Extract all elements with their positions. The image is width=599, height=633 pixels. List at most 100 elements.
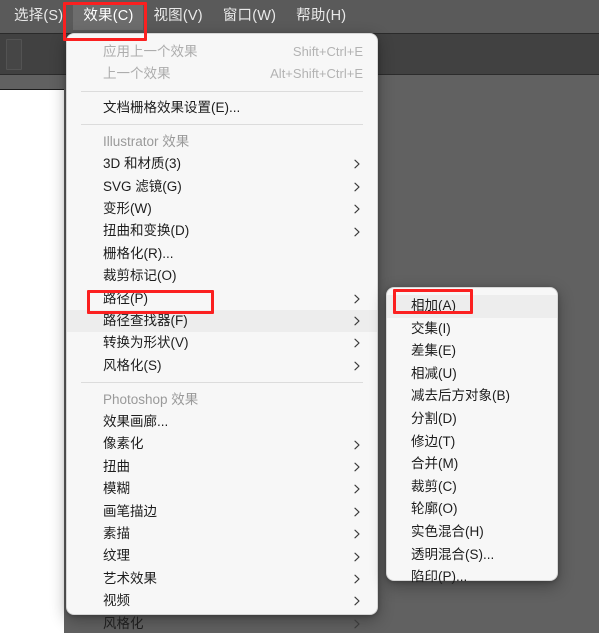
chevron-right-icon (351, 203, 363, 215)
menu-item-label: 像素化 (103, 436, 144, 452)
menu-item-label: 扭曲和变换(D) (103, 223, 190, 239)
menu-item-label: 变形(W) (103, 200, 152, 216)
menu-section-header: Photoshop 效果 (67, 388, 377, 411)
menu-item-label: Illustrator 效果 (103, 134, 190, 150)
menu-separator (81, 90, 363, 92)
chevron-right-icon (351, 181, 363, 193)
document-canvas (0, 89, 64, 633)
toolbar-chip (6, 39, 22, 70)
submenu-item-label: 实色混合(H) (411, 523, 484, 539)
menu-item-label: 应用上一个效果 (103, 44, 198, 59)
menu-item: 上一个效果 Alt+Shift+Ctrl+E (67, 63, 377, 85)
chevron-right-icon (351, 439, 363, 451)
chevron-right-icon (351, 226, 363, 238)
submenu-item[interactable]: 修边(T) (387, 431, 557, 454)
pathfinder-submenu: 相加(A) 交集(I) 差集(E) 相减(U) 减去后方对象(B) 分割(D) 修边(T) 合… (386, 287, 558, 584)
menu-item[interactable]: 视频 (67, 590, 377, 612)
menu-section-header: Illustrator 效果 (67, 130, 377, 153)
chevron-right-icon (351, 483, 363, 495)
chevron-right-icon (351, 595, 363, 607)
menu-item[interactable]: 艺术效果 (67, 568, 377, 590)
submenu-item-label: 减去后方对象(B) (411, 388, 510, 404)
menu-item-label: 画笔描边 (103, 503, 157, 519)
menu-item[interactable]: 3D 和材质(3) (67, 153, 377, 175)
menu-item-label: 纹理 (103, 548, 130, 564)
submenu-item[interactable]: 透明混合(S)... (387, 544, 557, 567)
submenu-item[interactable]: 轮廓(O) (387, 498, 557, 521)
menu-item-label: 路径查找器(F) (103, 312, 188, 328)
menu-item[interactable]: 裁剪标记(O) (67, 265, 377, 287)
submenu-item[interactable]: 减去后方对象(B) (387, 385, 557, 408)
menu-item[interactable]: 转换为形状(V) (67, 332, 377, 354)
menu-item[interactable]: 纹理 (67, 545, 377, 567)
menu-item[interactable]: 扭曲 (67, 456, 377, 478)
chevron-right-icon (351, 315, 363, 327)
submenu-item-label: 分割(D) (411, 410, 457, 426)
menu-bar: 选择(S) 效果(C) 视图(V) 窗口(W) 帮助(H) (0, 0, 599, 33)
submenu-item[interactable]: 实色混合(H) (387, 521, 557, 544)
menu-item[interactable]: 模糊 (67, 478, 377, 500)
submenu-item-label: 差集(E) (411, 343, 456, 359)
submenu-item[interactable]: 裁剪(C) (387, 476, 557, 499)
menu-item-label: SVG 滤镜(G) (103, 178, 182, 194)
menu-item: 应用上一个效果 Shift+Ctrl+E (67, 41, 377, 63)
menu-separator (81, 124, 363, 126)
menu-item-label: 3D 和材质(3) (103, 156, 182, 172)
menu-item-label: 风格化 (103, 615, 144, 631)
menu-item[interactable]: 文档栅格效果设置(E)... (67, 97, 377, 119)
menubar-item[interactable]: 帮助(H) (286, 3, 356, 30)
menu-item[interactable]: 路径(P) (67, 288, 377, 310)
menu-item-shortcut: Alt+Shift+Ctrl+E (270, 66, 363, 82)
menu-item-label: 转换为形状(V) (103, 335, 189, 351)
menu-item-label: 文档栅格效果设置(E)... (103, 99, 241, 115)
menu-item-label: 裁剪标记(O) (103, 268, 177, 284)
chevron-right-icon (351, 551, 363, 563)
menu-item-label: 艺术效果 (103, 570, 157, 586)
submenu-item[interactable]: 相加(A) (387, 295, 557, 318)
menubar-item[interactable]: 窗口(W) (213, 3, 286, 30)
menu-item[interactable]: 像素化 (67, 433, 377, 455)
submenu-item[interactable]: 陷印(P)... (387, 566, 557, 589)
menu-item-label: 路径(P) (103, 290, 148, 306)
menu-item[interactable]: 风格化 (67, 613, 377, 633)
menu-item[interactable]: 变形(W) (67, 198, 377, 220)
illustrator-window: 选择(S) 效果(C) 视图(V) 窗口(W) 帮助(H) 应用上一个效果 Shift+C… (0, 0, 599, 633)
menu-item-label: 模糊 (103, 481, 130, 497)
menubar-item[interactable]: 效果(C) (73, 3, 144, 30)
chevron-right-icon (351, 573, 363, 585)
chevron-right-icon (351, 158, 363, 170)
menu-item[interactable]: 效果画廊... (67, 411, 377, 433)
submenu-item-label: 透明混合(S)... (411, 546, 495, 562)
menu-item-label: 上一个效果 (103, 66, 171, 82)
menubar-item[interactable]: 视图(V) (143, 3, 212, 30)
chevron-right-icon (351, 360, 363, 372)
chevron-right-icon (351, 293, 363, 305)
menu-item-label: Photoshop 效果 (103, 392, 199, 408)
menu-item-label: 视频 (103, 593, 130, 609)
submenu-item-label: 相加(A) (411, 298, 456, 313)
submenu-item[interactable]: 交集(I) (387, 318, 557, 341)
effect-dropdown-menu: 应用上一个效果 Shift+Ctrl+E 上一个效果 Alt+Shift+Ctrl+E… (66, 33, 378, 631)
menu-item-label: 风格化(S) (103, 357, 162, 373)
chevron-right-icon (351, 618, 363, 630)
menu-item[interactable]: 路径查找器(F) (67, 309, 377, 333)
menubar-item[interactable]: 选择(S) (4, 3, 73, 30)
submenu-item[interactable]: 分割(D) (387, 408, 557, 431)
chevron-right-icon (351, 528, 363, 540)
submenu-item-label: 轮廓(O) (411, 501, 458, 517)
menu-item[interactable]: 扭曲和变换(D) (67, 220, 377, 242)
submenu-item-label: 修边(T) (411, 433, 456, 449)
submenu-item[interactable]: 合并(M) (387, 453, 557, 476)
chevron-right-icon (351, 461, 363, 473)
menu-item[interactable]: SVG 滤镜(G) (67, 176, 377, 198)
submenu-item[interactable]: 相减(U) (387, 363, 557, 386)
chevron-right-icon (351, 506, 363, 518)
menu-item-label: 效果画廊... (103, 414, 169, 430)
menu-item[interactable]: 画笔描边 (67, 501, 377, 523)
menu-item-shortcut: Shift+Ctrl+E (292, 44, 363, 59)
menu-item[interactable]: 栅格化(R)... (67, 243, 377, 265)
submenu-item-label: 裁剪(C) (411, 478, 457, 494)
submenu-item[interactable]: 差集(E) (387, 340, 557, 363)
menu-item[interactable]: 风格化(S) (67, 355, 377, 377)
menu-item[interactable]: 素描 (67, 523, 377, 545)
